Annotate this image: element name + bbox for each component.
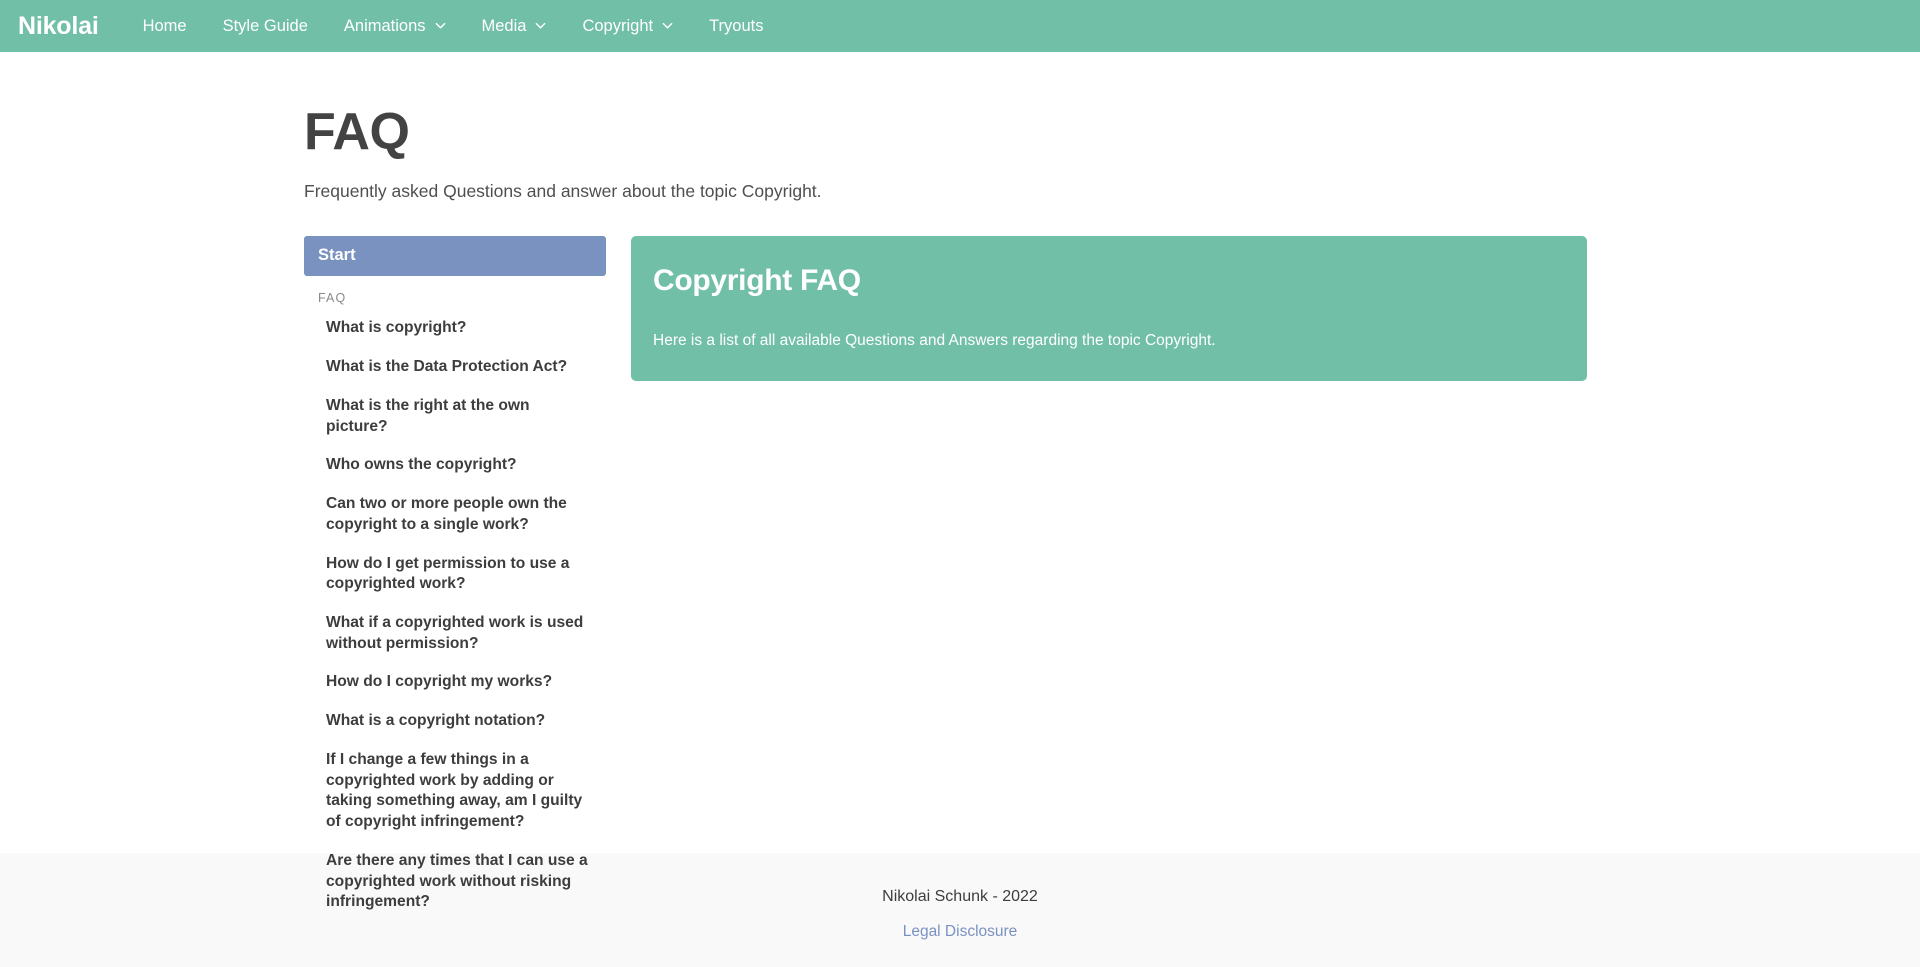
chevron-down-icon [662, 20, 673, 31]
list-item: Can two or more people own the copyright… [304, 494, 606, 535]
nav-item-home[interactable]: Home [125, 10, 205, 43]
list-item: What is the Data Protection Act? [304, 357, 606, 378]
nav-item-label: Media [481, 16, 527, 35]
nav-item-media[interactable]: Media [464, 10, 565, 43]
sidebar-item-question[interactable]: Who owns the copyright? [326, 455, 588, 476]
list-item: How do I copyright my works? [304, 672, 606, 693]
sidebar-item-question[interactable]: How do I get permission to use a copyrig… [326, 554, 588, 595]
nav-item-label: Home [142, 16, 187, 35]
nav-item-label: Animations [343, 16, 426, 35]
card-title: Copyright FAQ [653, 263, 861, 297]
nav-item-style-guide[interactable]: Style Guide [205, 10, 326, 43]
sidebar-item-question[interactable]: How do I copyright my works? [326, 672, 588, 693]
page-subtitle: Frequently asked Questions and answer ab… [304, 180, 822, 201]
nav-item-label: Copyright [582, 16, 654, 35]
nav-item-label: Tryouts [709, 16, 764, 35]
chevron-down-icon [435, 20, 446, 31]
nav-item-label: Style Guide [222, 16, 308, 35]
list-item: Who owns the copyright? [304, 455, 606, 476]
sidebar-section-label: FAQ [318, 291, 347, 306]
chevron-down-icon [535, 20, 546, 31]
page-body: FAQ Frequently asked Questions and answe… [0, 52, 1920, 910]
sidebar-item-question[interactable]: What is copyright? [326, 318, 588, 339]
top-navbar: Nikolai Home Style Guide Animations Medi… [0, 0, 1920, 52]
sidebar-item-question[interactable]: What is a copyright notation? [326, 711, 588, 732]
main-column: Copyright FAQ Here is a list of all avai… [631, 235, 1587, 382]
footer-copyright: Nikolai Schunk - 2022 [882, 888, 1038, 905]
page-title: FAQ [304, 103, 410, 161]
page-footer: Nikolai Schunk - 2022 Legal Disclosure [0, 853, 1920, 967]
list-item: What is a copyright notation? [304, 711, 606, 732]
faq-sidebar: Start FAQ What is copyright? What is the… [304, 235, 606, 931]
brand-logo[interactable]: Nikolai [18, 13, 99, 39]
sidebar-question-list: What is copyright? What is the Data Prot… [304, 305, 606, 913]
card-description: Here is a list of all available Question… [653, 331, 1216, 349]
copyright-faq-card: Copyright FAQ Here is a list of all avai… [631, 235, 1587, 382]
list-item: Are there any times that I can use a cop… [304, 851, 606, 913]
sidebar-item-start[interactable]: Start [304, 235, 606, 277]
list-item: How do I get permission to use a copyrig… [304, 554, 606, 595]
legal-disclosure-link[interactable]: Legal Disclosure [903, 923, 1018, 941]
content-area: Start FAQ What is copyright? What is the… [304, 202, 1880, 931]
nav-item-list: Home Style Guide Animations Media Copyri… [125, 10, 782, 43]
sidebar-item-question[interactable]: What is the Data Protection Act? [326, 357, 588, 378]
list-item: If I change a few things in a copyrighte… [304, 750, 606, 833]
list-item: What is the right at the own picture? [304, 396, 606, 437]
sidebar-item-question[interactable]: What if a copyrighted work is used witho… [326, 613, 588, 654]
list-item: What is copyright? [304, 318, 606, 339]
nav-item-tryouts[interactable]: Tryouts [691, 10, 781, 43]
list-item: What if a copyrighted work is used witho… [304, 613, 606, 654]
sidebar-item-question[interactable]: If I change a few things in a copyrighte… [326, 750, 588, 833]
nav-item-copyright[interactable]: Copyright [564, 10, 691, 43]
nav-item-animations[interactable]: Animations [326, 10, 464, 43]
sidebar-item-question[interactable]: Can two or more people own the copyright… [326, 494, 588, 535]
sidebar-item-question[interactable]: What is the right at the own picture? [326, 396, 588, 437]
sidebar-item-question[interactable]: Are there any times that I can use a cop… [326, 851, 588, 913]
